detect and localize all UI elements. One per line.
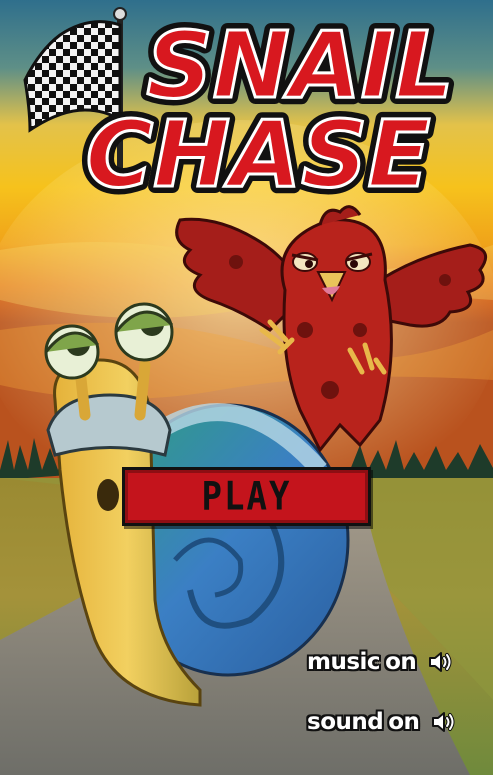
music-toggle-word: music: [307, 649, 381, 675]
sound-toggle-state: on: [388, 709, 420, 735]
game-screen: SNAIL SNAIL CHASE CHASE PLAY music on so…: [0, 0, 493, 775]
music-toggle[interactable]: music on: [307, 649, 454, 675]
speaker-icon: [429, 652, 452, 672]
play-button-label: PLAY: [201, 473, 292, 520]
play-button[interactable]: PLAY: [122, 467, 371, 526]
sound-toggle-word: sound: [307, 709, 384, 735]
title-logo: SNAIL SNAIL CHASE CHASE: [23, 5, 461, 205]
speaker-icon: [432, 712, 455, 732]
sound-toggle[interactable]: sound on: [307, 709, 457, 735]
title-line2: CHASE: [86, 101, 431, 205]
music-toggle-state: on: [385, 649, 417, 675]
